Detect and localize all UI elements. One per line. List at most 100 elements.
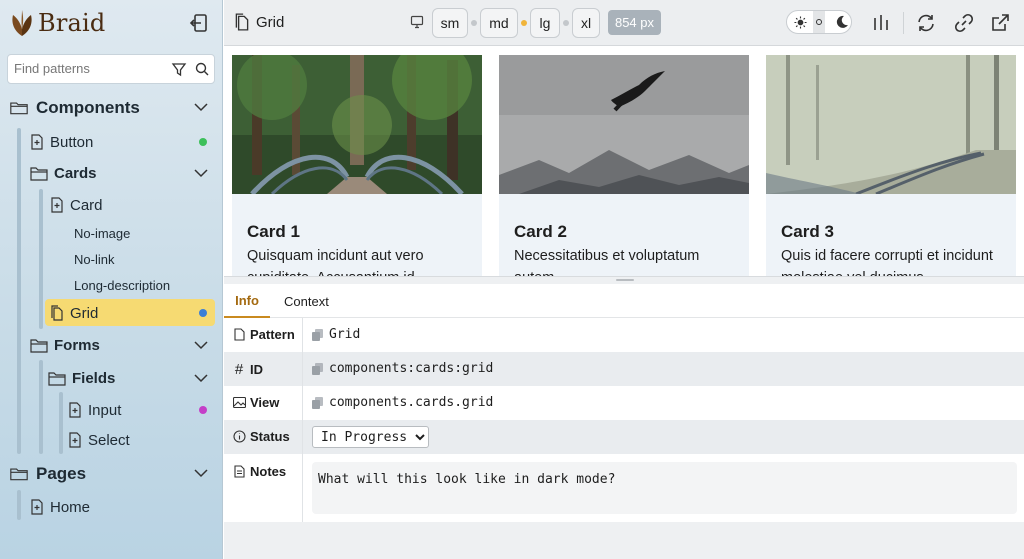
file-icon — [66, 432, 84, 448]
tree-guide — [17, 490, 21, 520]
card[interactable]: Card 2 Necessitatibus et voluptatum aute… — [499, 55, 749, 277]
chevron-down-icon[interactable] — [194, 373, 208, 383]
info-label-text: Pattern — [250, 327, 295, 342]
sidebar-group-fields[interactable]: Fields — [48, 365, 208, 391]
folder-icon — [30, 166, 48, 181]
collapse-sidebar-button[interactable] — [188, 12, 210, 34]
chevron-down-icon[interactable] — [194, 102, 208, 112]
sidebar-item-label: No-link — [74, 251, 115, 267]
breakpoint-label: md — [489, 15, 509, 31]
note-icon — [232, 465, 246, 478]
auto-theme-icon — [813, 11, 825, 33]
sidebar-variant-no-link[interactable]: No-link — [74, 246, 204, 272]
info-value-text: Grid — [329, 327, 361, 342]
panel-tabs: Info Context — [224, 284, 1024, 318]
image-icon — [232, 397, 246, 408]
info-label-text: View — [250, 395, 280, 410]
brand[interactable]: Braid — [10, 8, 105, 38]
breakpoint-xl-button[interactable]: xl — [572, 8, 600, 38]
sidebar-group-label: Fields — [72, 369, 116, 387]
sidebar-item-input[interactable]: Input — [66, 397, 206, 423]
copy-icon[interactable] — [312, 328, 323, 341]
info-label: View — [232, 395, 279, 410]
sidebar-group-label: Cards — [54, 164, 97, 182]
info-label-text: Notes — [250, 464, 287, 479]
grid-file-icon — [234, 13, 250, 31]
breakpoint-separator — [563, 20, 569, 26]
copy-link-button[interactable] — [952, 11, 976, 35]
info-circle-icon — [232, 430, 246, 443]
brand-name: Braid — [38, 9, 106, 37]
toolbar: Grid sm md lg xl 854 px — [224, 0, 1024, 46]
measure-icon — [874, 15, 888, 30]
pattern-title: Grid — [234, 13, 284, 31]
card-description: Necessitatibus et voluptatum autem. — [514, 248, 700, 277]
braid-logo-icon — [12, 10, 32, 36]
sidebar-item-card[interactable]: Card — [48, 192, 208, 218]
breakpoint-md-button[interactable]: md — [480, 8, 518, 38]
measure-button[interactable] — [869, 11, 893, 35]
sidebar-item-label: Card — [70, 196, 103, 214]
file-icon — [232, 328, 246, 341]
bird-mountain-image — [499, 55, 749, 194]
card-description: Quisquam incidunt aut vero cupiditate. A… — [247, 248, 424, 277]
panel-resize-handle[interactable] — [224, 276, 1024, 284]
chevron-down-icon[interactable] — [194, 340, 208, 350]
breakpoint-sm-button[interactable]: sm — [432, 8, 468, 38]
copy-icon[interactable] — [312, 396, 323, 409]
resize-grip — [616, 279, 634, 281]
tab-context[interactable]: Context — [284, 284, 329, 318]
sidebar-item-select[interactable]: Select — [66, 427, 206, 453]
chevron-down-icon[interactable] — [194, 468, 208, 478]
grid-file-icon — [48, 305, 66, 321]
search-input[interactable] — [14, 61, 164, 76]
breakpoint-lg-button[interactable]: lg — [530, 8, 560, 38]
notes-textarea[interactable]: What will this look like in dark mode? — [312, 462, 1017, 514]
card[interactable]: Card 3 Quis id facere corrupti et incidu… — [766, 55, 1016, 277]
moon-icon — [836, 15, 848, 28]
file-icon — [66, 402, 84, 418]
hash-icon: # — [234, 361, 244, 378]
sidebar-item-home[interactable]: Home — [28, 494, 208, 520]
info-row-pattern: Pattern Grid — [224, 318, 1024, 352]
toolbar-divider — [903, 12, 904, 34]
sidebar-item-label: Select — [88, 431, 130, 449]
open-in-new-tab-button[interactable] — [988, 11, 1012, 35]
sidebar-variant-long-description[interactable]: Long-description — [74, 272, 204, 298]
monitor-icon — [410, 15, 424, 29]
sidebar-variant-no-image[interactable]: No-image — [74, 220, 204, 246]
info-label: # ID — [232, 361, 263, 378]
status-dot — [199, 309, 207, 317]
info-row-id: # ID components:cards:grid — [224, 352, 1024, 386]
info-row-view: View components.cards.grid — [224, 386, 1024, 420]
sidebar-item-label: Home — [50, 498, 91, 516]
info-label: Pattern — [232, 327, 295, 342]
refresh-icon — [918, 14, 934, 32]
sidebar-item-label: Long-description — [74, 277, 171, 293]
info-label: Status — [232, 429, 290, 444]
sidebar-group-label: Forms — [54, 336, 100, 354]
sidebar-group-cards[interactable]: Cards — [30, 160, 210, 186]
search-icon[interactable] — [194, 61, 210, 77]
sidebar-item-button[interactable]: Button — [28, 129, 208, 155]
info-label: Notes — [232, 464, 286, 479]
copy-icon[interactable] — [312, 362, 323, 375]
tab-label: Info — [235, 292, 259, 308]
file-icon — [28, 134, 46, 150]
filter-icon[interactable] — [171, 61, 187, 77]
tab-info[interactable]: Info — [224, 284, 270, 318]
chevron-down-icon[interactable] — [194, 168, 208, 178]
sidebar-group-forms[interactable]: Forms — [30, 332, 210, 358]
info-row-status: Status In Progress — [224, 420, 1024, 454]
sidebar-group-pages[interactable]: Pages — [10, 461, 215, 487]
theme-toggle[interactable] — [786, 10, 852, 34]
sidebar-item-grid[interactable]: Grid — [48, 300, 208, 326]
status-dot — [199, 406, 207, 414]
sidebar-group-components[interactable]: Components — [10, 95, 215, 121]
card[interactable]: Card 1 Quisquam incidunt aut vero cupidi… — [232, 55, 482, 277]
folder-icon — [10, 465, 28, 483]
info-value: components:cards:grid — [312, 361, 493, 376]
status-select[interactable]: In Progress — [312, 426, 429, 448]
refresh-button[interactable] — [914, 11, 938, 35]
breakpoint-separator — [471, 20, 477, 26]
